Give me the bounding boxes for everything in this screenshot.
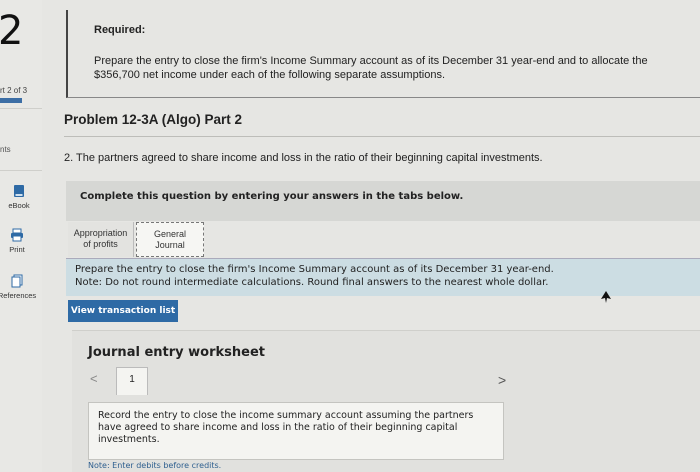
tab-general-journal[interactable]: General Journal bbox=[136, 222, 204, 257]
ebook-tool[interactable]: eBook bbox=[0, 184, 40, 210]
book-icon bbox=[14, 185, 24, 197]
question-number: 2 bbox=[0, 8, 24, 54]
print-label: Print bbox=[9, 245, 25, 254]
worksheet-note: Note: Enter debits before credits. bbox=[88, 461, 222, 470]
print-tool[interactable]: Print bbox=[0, 228, 38, 254]
tab-label-line: General bbox=[153, 229, 187, 239]
references-icon bbox=[11, 274, 23, 288]
tab-label-line: of profits bbox=[83, 239, 118, 249]
mouse-cursor-icon bbox=[601, 291, 611, 303]
references-tool[interactable]: References bbox=[0, 274, 38, 300]
part-progress-bar bbox=[0, 98, 22, 103]
worksheet-title: Journal entry worksheet bbox=[88, 345, 265, 360]
tab-appropriation-of-profits[interactable]: Appropriation of profits bbox=[68, 222, 134, 257]
record-instruction-text: Record the entry to close the income sum… bbox=[98, 410, 474, 445]
panel-instruction: Prepare the entry to close the firm's In… bbox=[75, 264, 554, 275]
required-title: Required: bbox=[94, 24, 146, 36]
panel-note: Note: Do not round intermediate calculat… bbox=[75, 277, 549, 288]
instruction-text: Complete this question by entering your … bbox=[80, 191, 464, 202]
chevron-right-icon[interactable]: > bbox=[498, 372, 506, 388]
sidebar-divider bbox=[0, 170, 42, 171]
part-indicator: rt 2 of 3 bbox=[0, 86, 28, 95]
view-transaction-list-button[interactable]: View transaction list bbox=[68, 300, 178, 322]
ebook-label: eBook bbox=[8, 201, 30, 210]
chevron-left-icon[interactable]: < bbox=[90, 371, 98, 386]
points-label: nts bbox=[0, 145, 11, 154]
question-text: 2. The partners agreed to share income a… bbox=[64, 152, 543, 164]
tab-label-line: Appropriation bbox=[73, 228, 128, 238]
sidebar-divider bbox=[0, 108, 42, 109]
required-text: Prepare the entry to close the firm's In… bbox=[94, 55, 648, 81]
worksheet-page-tab[interactable]: 1 bbox=[116, 367, 148, 395]
divider bbox=[64, 136, 700, 137]
printer-icon bbox=[11, 228, 23, 242]
references-label: References bbox=[0, 291, 37, 300]
problem-title: Problem 12-3A (Algo) Part 2 bbox=[64, 112, 243, 127]
tab-label-line: Journal bbox=[155, 240, 185, 250]
